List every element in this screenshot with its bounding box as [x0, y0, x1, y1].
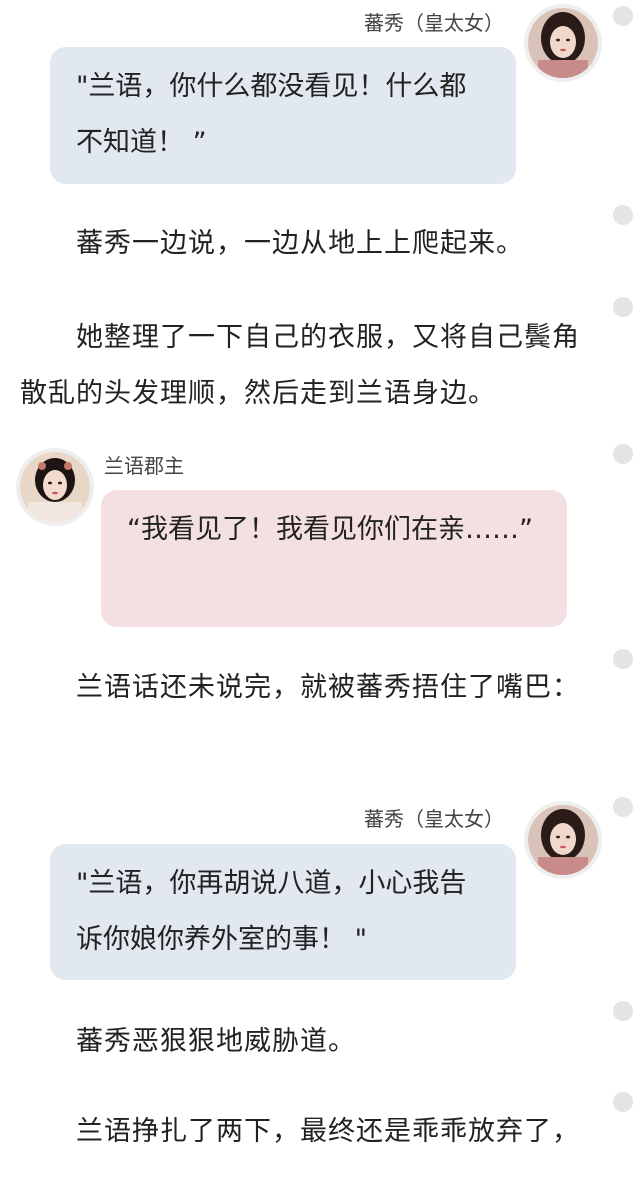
narration-paragraph: 蕃秀恶狠狠地威胁道。: [76, 1026, 356, 1057]
side-dot: [613, 297, 633, 317]
avatar-portrait-icon: [528, 8, 598, 78]
chat-bubble-lanyu-1: “我看见了！我看见你们在亲……”: [101, 490, 567, 627]
narration-paragraph: 蕃秀一边说，一边从地上上爬起来。: [76, 228, 524, 259]
avatar-fanxiu[interactable]: [528, 8, 598, 78]
chat-bubble-fanxiu-1: "兰语，你什么都没看见！什么都不知道！ ”: [50, 47, 516, 184]
side-dot: [613, 1001, 633, 1021]
chat-bubble-text: "兰语，你什么都没看见！什么都不知道！ ”: [76, 71, 467, 158]
side-dot: [613, 205, 633, 225]
narration-paragraph: 她整理了一下自己的衣服，又将自己鬓角散乱的头发理顺，然后走到兰语身边。: [20, 322, 580, 409]
avatar-fanxiu[interactable]: [528, 805, 598, 875]
side-dot: [613, 797, 633, 817]
chat-bubble-text: “我看见了！我看见你们在亲……”: [127, 514, 533, 545]
chat-bubble-text: "兰语，你再胡说八道，小心我告诉你娘你养外室的事！ ": [76, 868, 467, 955]
side-dot: [613, 1092, 633, 1112]
avatar-portrait-icon: [528, 805, 598, 875]
side-dot: [613, 649, 633, 669]
speaker-name-fanxiu: 蕃秀（皇太女）: [364, 807, 504, 831]
narration-paragraph: 兰语挣扎了两下，最终还是乖乖放弃了，: [76, 1116, 580, 1147]
side-dot: [613, 444, 633, 464]
speaker-name-lanyu: 兰语郡主: [104, 454, 184, 478]
side-dot: [613, 6, 633, 26]
narration-paragraph: 兰语话还未说完，就被蕃秀捂住了嘴巴：: [76, 672, 580, 703]
speaker-name-fanxiu: 蕃秀（皇太女）: [364, 11, 504, 35]
avatar-portrait-icon: [20, 452, 90, 522]
chat-bubble-fanxiu-2: "兰语，你再胡说八道，小心我告诉你娘你养外室的事！ ": [50, 844, 516, 980]
avatar-lanyu[interactable]: [20, 452, 90, 522]
